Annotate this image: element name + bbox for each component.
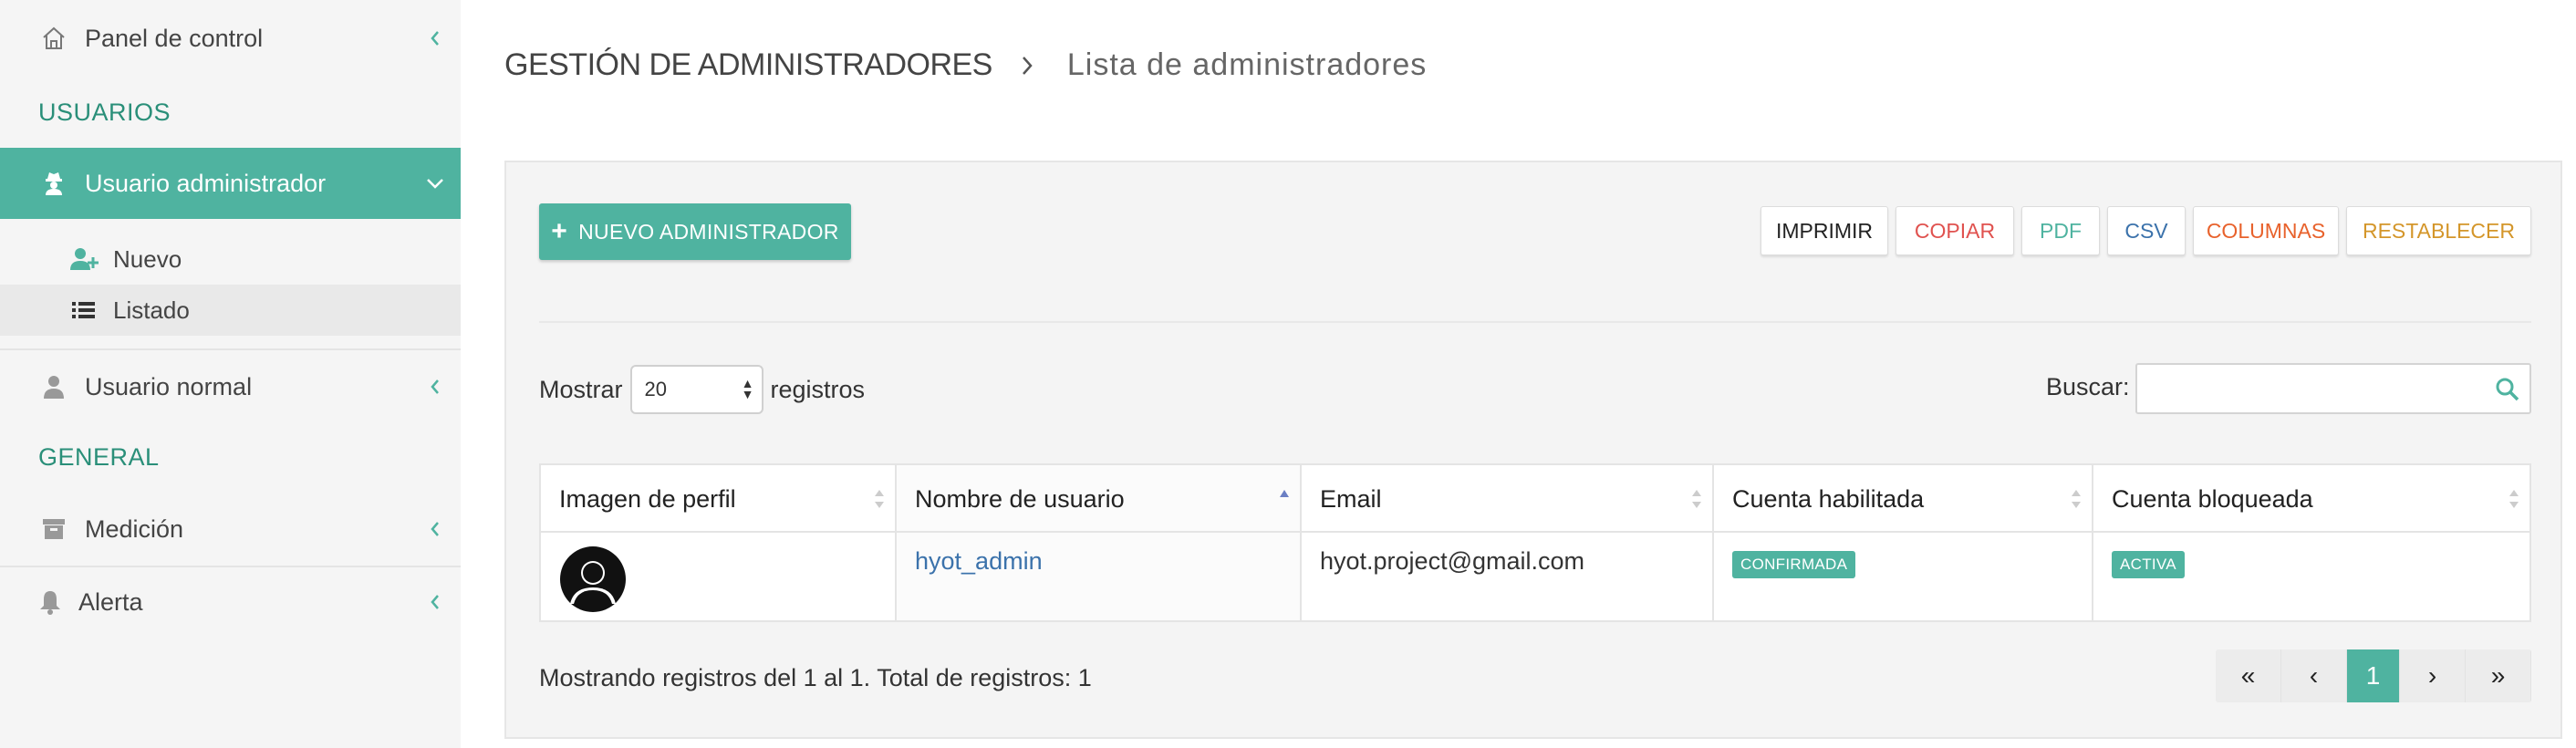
status-badge: CONFIRMADA xyxy=(1732,551,1856,578)
sort-icon xyxy=(875,490,884,508)
sidebar-item-admin-user[interactable]: Usuario administrador xyxy=(0,148,461,219)
chevron-down-icon xyxy=(425,173,445,193)
divider xyxy=(0,566,461,567)
chevron-left-icon xyxy=(425,377,445,397)
avatar xyxy=(560,546,626,612)
page-1-button[interactable]: 1 xyxy=(2347,649,2400,702)
page-size-control: Mostrar 20 ▲ ▼ registros xyxy=(539,365,865,414)
column-header-email[interactable]: Email xyxy=(1300,463,1714,533)
status-badge: ACTIVA xyxy=(2112,551,2185,578)
new-admin-button[interactable]: + NUEVO ADMINISTRADOR xyxy=(539,203,851,260)
sidebar-item-panel[interactable]: Panel de control xyxy=(0,18,461,58)
first-page-button[interactable]: « xyxy=(2216,649,2281,702)
csv-button[interactable]: CSV xyxy=(2107,206,2186,255)
last-page-button[interactable]: » xyxy=(2466,649,2531,702)
sidebar-item-label: Alerta xyxy=(78,587,143,616)
bell-icon xyxy=(36,588,64,616)
search-icon[interactable] xyxy=(2495,377,2520,402)
sidebar-item-alert[interactable]: Alerta xyxy=(0,582,461,622)
user-secret-icon xyxy=(40,170,68,197)
chevron-left-icon xyxy=(425,28,445,48)
new-admin-label: NUEVO ADMINISTRADOR xyxy=(578,219,839,244)
divider xyxy=(0,348,461,350)
sidebar-item-normal-user[interactable]: Usuario normal xyxy=(0,367,461,407)
breadcrumb: GESTIÓN DE ADMINISTRADORES Lista de admi… xyxy=(504,47,1427,83)
pagination: « ‹ 1 › » xyxy=(2216,649,2531,702)
page-title: Lista de administradores xyxy=(1066,47,1428,82)
email-cell: hyot.project@gmail.com xyxy=(1300,531,1714,622)
divider xyxy=(539,321,2531,323)
plus-icon: + xyxy=(551,216,568,246)
home-icon xyxy=(40,25,68,52)
list-icon xyxy=(69,297,99,323)
sort-icon xyxy=(1692,490,1701,508)
column-header-enabled[interactable]: Cuenta habilitada xyxy=(1712,463,2093,533)
section-header-general: GENERAL xyxy=(38,443,160,471)
user-icon xyxy=(40,373,68,400)
page-size-select[interactable]: 20 ▲ ▼ xyxy=(629,365,763,414)
next-page-button[interactable]: › xyxy=(2400,649,2466,702)
copy-button[interactable]: COPIAR xyxy=(1896,206,2014,255)
records-label: registros xyxy=(770,375,866,403)
sidebar-subitem-label: Listado xyxy=(113,296,190,324)
chevron-right-icon xyxy=(1020,55,1042,77)
content-panel: + NUEVO ADMINISTRADOR IMPRIMIR COPIAR PD… xyxy=(504,161,2562,739)
search-input[interactable] xyxy=(2135,363,2531,414)
sidebar: Panel de control USUARIOS Usuario admini… xyxy=(0,0,461,748)
prev-page-button[interactable]: ‹ xyxy=(2281,649,2347,702)
sort-asc-icon xyxy=(1280,490,1289,497)
username-cell: hyot_admin xyxy=(895,531,1302,622)
select-arrows-icon: ▲ ▼ xyxy=(741,376,754,401)
chevron-left-icon xyxy=(425,592,445,612)
columns-button[interactable]: COLUMNAS xyxy=(2193,206,2339,255)
profile-image-cell xyxy=(539,531,897,622)
admin-table: Imagen de perfil Nombre de usuario Email… xyxy=(539,463,2531,622)
column-header-locked[interactable]: Cuenta bloqueada xyxy=(2092,463,2531,533)
page-size-value: 20 xyxy=(644,378,667,400)
username-link[interactable]: hyot_admin xyxy=(915,547,1043,575)
sort-icon xyxy=(2509,490,2519,508)
table-header-row: Imagen de perfil Nombre de usuario Email… xyxy=(539,463,2531,533)
reset-button[interactable]: RESTABLECER xyxy=(2346,206,2531,255)
sidebar-subitem-list[interactable]: Listado xyxy=(0,285,461,336)
locked-cell: ACTIVA xyxy=(2092,531,2531,622)
sort-icon xyxy=(2072,490,2081,508)
sidebar-subitem-new[interactable]: Nuevo xyxy=(0,234,461,285)
enabled-cell: CONFIRMADA xyxy=(1712,531,2093,622)
table-row: hyot_admin hyot.project@gmail.com CONFIR… xyxy=(539,531,2531,622)
chevron-left-icon xyxy=(425,519,445,539)
sidebar-item-label: Usuario administrador xyxy=(85,169,327,197)
breadcrumb-section[interactable]: GESTIÓN DE ADMINISTRADORES xyxy=(504,47,992,83)
table-info: Mostrando registros del 1 al 1. Total de… xyxy=(539,664,1092,691)
show-label: Mostrar xyxy=(539,375,623,403)
sidebar-item-measure[interactable]: Medición xyxy=(0,509,461,549)
search-label: Buscar: xyxy=(2046,373,2130,400)
print-button[interactable]: IMPRIMIR xyxy=(1761,206,1888,255)
sidebar-item-label: Panel de control xyxy=(85,24,264,52)
archive-icon xyxy=(40,515,68,543)
column-header-username[interactable]: Nombre de usuario xyxy=(895,463,1302,533)
pdf-button[interactable]: PDF xyxy=(2021,206,2100,255)
column-header-image[interactable]: Imagen de perfil xyxy=(539,463,897,533)
sidebar-item-label: Medición xyxy=(85,514,184,543)
section-header-users: USUARIOS xyxy=(38,99,171,126)
user-plus-icon xyxy=(69,246,99,272)
sidebar-item-label: Usuario normal xyxy=(85,372,253,400)
sidebar-subitem-label: Nuevo xyxy=(113,245,182,273)
